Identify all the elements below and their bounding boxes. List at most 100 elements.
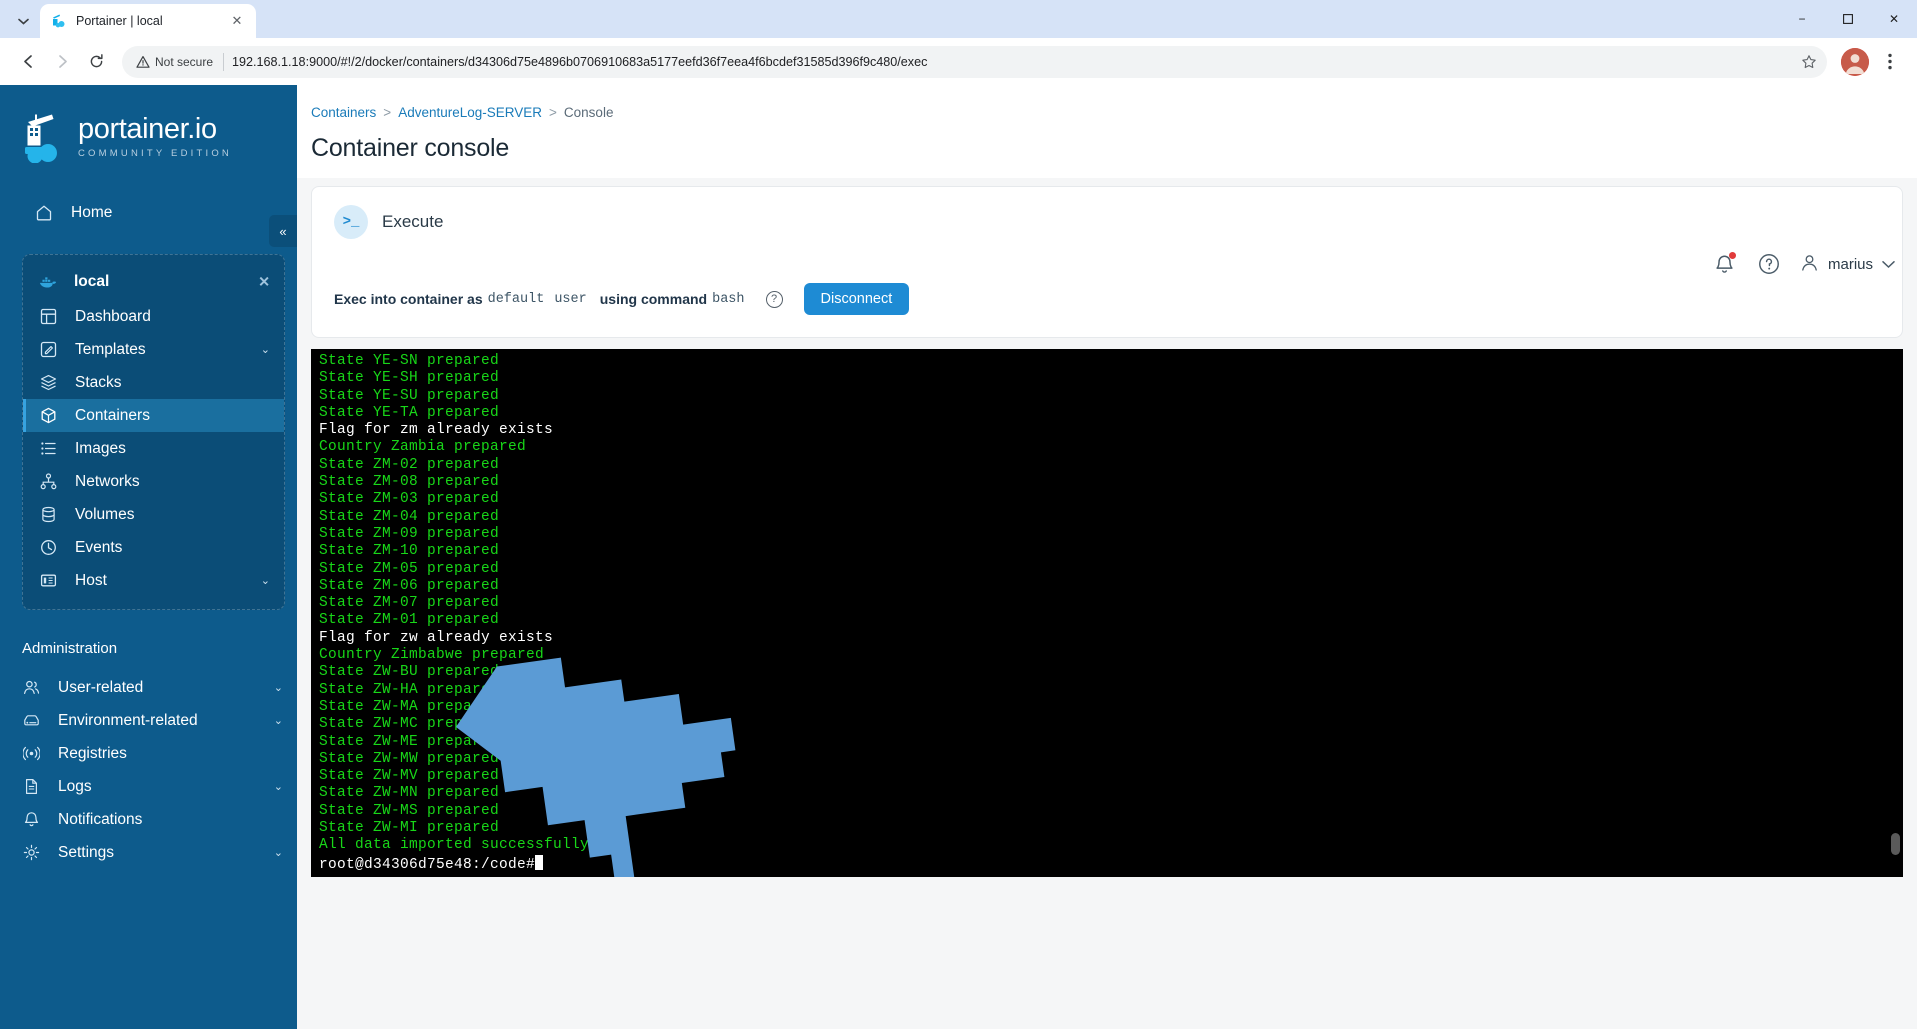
chevron-down-icon[interactable]: ⌄ (261, 574, 270, 587)
exec-prefix-label: Exec into container as (334, 291, 483, 307)
sidebar-item-label: User-related (58, 678, 144, 696)
home-icon (34, 203, 53, 222)
terminal-line: Country Zambia prepared (319, 439, 527, 456)
terminal-container: State YE-SN prepared State YE-SH prepared… (311, 349, 1903, 877)
bell-icon[interactable] (1712, 251, 1738, 277)
terminal-line: State ZM-07 prepared (319, 595, 500, 612)
sidebar-item-stacks[interactable]: Stacks (23, 366, 284, 399)
logo-subtitle: COMMUNITY EDITION (78, 148, 232, 159)
breadcrumb-item-containers[interactable]: Containers (311, 105, 376, 120)
omnibox-divider (223, 52, 225, 71)
administration-nav-list: User-related ⌄ Environment-related ⌄ Reg… (0, 671, 297, 869)
terminal-line: State ZM-05 prepared (319, 560, 500, 577)
sidebar-item-notifications[interactable]: Notifications (0, 803, 297, 836)
sidebar-item-events[interactable]: Events (23, 531, 284, 564)
chevron-down-icon[interactable]: ⌄ (274, 846, 283, 859)
star-icon[interactable] (1795, 48, 1823, 76)
sidebar-item-label: Host (75, 571, 107, 589)
terminal-line: State ZM-02 prepared (319, 456, 500, 473)
terminal-line: State ZM-10 prepared (319, 543, 500, 560)
users-icon (22, 678, 41, 697)
portainer-favicon (50, 13, 67, 30)
terminal-line: State ZW-MC prepared (319, 716, 500, 733)
account-avatar[interactable] (1841, 47, 1869, 76)
terminal-line: State ZM-01 prepared (319, 612, 500, 629)
minimize-button[interactable]: − (1779, 0, 1825, 38)
browser-tab[interactable]: Portainer | local ✕ (40, 4, 256, 38)
tab-list-chevron-icon[interactable] (6, 6, 40, 36)
breadcrumb: Containers > AdventureLog-SERVER > Conso… (311, 105, 1917, 120)
environment-header[interactable]: local ✕ (23, 263, 284, 300)
environment-close-icon[interactable]: ✕ (258, 273, 270, 290)
sidebar-item-dashboard[interactable]: Dashboard (23, 300, 284, 333)
close-window-button[interactable]: ✕ (1871, 0, 1917, 38)
three-dot-menu-icon[interactable] (1875, 47, 1905, 77)
terminal-line: Country Zimbabwe prepared (319, 647, 545, 664)
sidebar-collapse-button[interactable]: « (269, 215, 297, 247)
sidebar-item-environment-related[interactable]: Environment-related ⌄ (0, 704, 297, 737)
user-icon (1800, 253, 1819, 276)
chevron-down-icon[interactable]: ⌄ (274, 714, 283, 727)
sidebar-item-user-related[interactable]: User-related ⌄ (0, 671, 297, 704)
terminal-line: Flag for zw already exists (319, 629, 554, 646)
container-box-icon (39, 406, 58, 425)
chevron-down-icon[interactable] (1882, 256, 1895, 273)
arrow-left-icon[interactable] (12, 46, 44, 78)
terminal-line: State ZW-MW prepared (319, 750, 500, 767)
terminal-line: State ZW-MN prepared (319, 785, 500, 802)
question-circle-icon[interactable]: ? (765, 290, 783, 308)
sidebar-item-registries[interactable]: Registries (0, 737, 297, 770)
breadcrumb-item-console: Console (563, 105, 614, 120)
close-icon[interactable]: ✕ (228, 12, 246, 30)
sidebar-item-label: Stacks (75, 373, 122, 391)
portainer-logo[interactable]: portainer.io COMMUNITY EDITION (0, 107, 297, 164)
sidebar-item-networks[interactable]: Networks (23, 465, 284, 498)
sidebar-item-settings[interactable]: Settings ⌄ (0, 836, 297, 869)
clock-icon (39, 538, 58, 557)
exec-settings-row: Exec into container as default user usin… (334, 261, 1880, 315)
sidebar-item-images[interactable]: Images (23, 432, 284, 465)
sidebar-item-logs[interactable]: Logs ⌄ (0, 770, 297, 803)
terminal-output[interactable]: State YE-SN prepared State YE-SH prepared… (311, 349, 1903, 877)
exec-user-suffix: user (554, 291, 587, 307)
sidebar-item-label: Home (71, 203, 113, 221)
terminal-line: State ZW-MI prepared (319, 820, 500, 837)
user-menu[interactable]: marius (1800, 253, 1895, 276)
security-status[interactable]: Not secure (132, 52, 221, 72)
reload-icon[interactable] (80, 46, 112, 78)
terminal-prompt-icon: >_ (334, 205, 368, 239)
chevron-down-icon[interactable]: ⌄ (274, 780, 283, 793)
sidebar-item-volumes[interactable]: Volumes (23, 498, 284, 531)
sidebar-item-home[interactable]: Home (0, 193, 297, 232)
sidebar-item-containers[interactable]: Containers (23, 399, 284, 432)
sidebar-item-label: Volumes (75, 505, 135, 523)
page-title: Container console (311, 134, 510, 162)
terminal-scrollbar[interactable] (1891, 349, 1900, 877)
registry-broadcast-icon (22, 744, 41, 763)
sidebar-item-host[interactable]: Host ⌄ (23, 564, 284, 597)
maximize-button[interactable] (1825, 0, 1871, 38)
disconnect-button[interactable]: Disconnect (803, 283, 910, 315)
execute-card-header: >_ Execute (334, 205, 1880, 261)
arrow-right-icon (46, 46, 78, 78)
terminal-prompt[interactable]: root@d34306d75e48:/code# (319, 854, 1903, 874)
address-bar[interactable]: Not secure 192.168.1.18:9000/#!/2/docker… (122, 45, 1827, 78)
sidebar-item-label: Dashboard (75, 307, 151, 325)
chevron-down-icon[interactable]: ⌄ (274, 681, 283, 694)
terminal-line: State ZW-ME prepared (319, 733, 500, 750)
stacks-icon (39, 373, 58, 392)
chevron-down-icon[interactable]: ⌄ (261, 343, 270, 356)
environment-label: local (74, 272, 110, 290)
sidebar-item-templates[interactable]: Templates ⌄ (23, 333, 284, 366)
terminal-line: State ZM-06 prepared (319, 577, 500, 594)
terminal-scroll-thumb[interactable] (1891, 833, 1900, 855)
question-circle-icon[interactable] (1756, 251, 1782, 277)
app-shell: portainer.io COMMUNITY EDITION « Home lo… (0, 85, 1917, 1029)
terminal-line: State ZW-MS prepared (319, 802, 500, 819)
host-icon (39, 571, 58, 590)
terminal-line: All data imported successfully (319, 837, 590, 854)
docker-whale-icon (39, 272, 58, 291)
sidebar-item-label: Images (75, 439, 126, 457)
terminal-line: State YE-SN prepared (319, 353, 500, 369)
breadcrumb-item-container[interactable]: AdventureLog-SERVER (398, 105, 542, 120)
